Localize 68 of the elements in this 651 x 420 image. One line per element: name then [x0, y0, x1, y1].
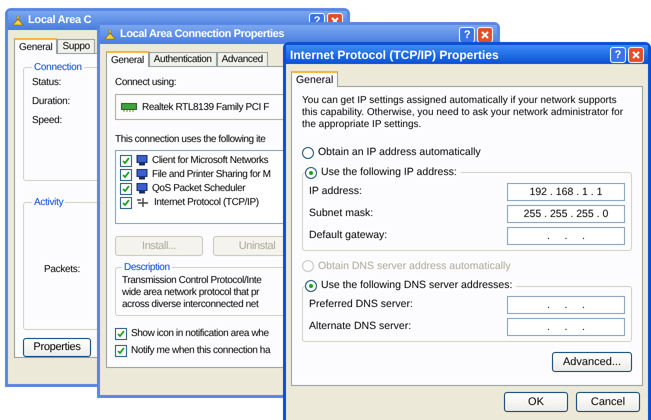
group-title: Connection: [33, 61, 83, 75]
ok-button[interactable]: OK: [504, 392, 568, 412]
field-label: Default gateway:: [309, 228, 388, 243]
radio-button[interactable]: [305, 166, 317, 179]
computer-icon: [136, 169, 148, 180]
tab[interactable]: Advanced: [216, 52, 268, 66]
field-label: IP address:: [309, 184, 362, 199]
ip-address-field[interactable]: . . .: [507, 226, 625, 244]
field-label: Duration:: [32, 95, 70, 109]
ip-address-field[interactable]: . . .: [507, 318, 625, 336]
radio-label: Obtain an IP address automatically: [318, 145, 481, 160]
ip-address-field[interactable]: 192 . 168 . 1 . 1: [507, 182, 625, 200]
radio-label: Obtain DNS server address automatically: [318, 258, 511, 274]
adapter-name: Realtek RTL8139 Family PCI F: [142, 100, 269, 114]
checkbox-label: Show icon in notification area whe: [131, 327, 269, 341]
network-card-icon: [121, 102, 137, 112]
radio-label: Use the following IP address:: [321, 164, 457, 180]
checkbox[interactable]: [120, 154, 132, 166]
help-button[interactable]: ?: [610, 46, 626, 62]
field-label: Subnet mask:: [309, 206, 374, 221]
field-label: This connection uses the following ite: [115, 133, 266, 147]
description-text: Transmission Control Protocol/Inte wide area network protocol that pr across diverse interconnected net: [122, 275, 262, 311]
group-title: Description: [123, 261, 171, 275]
group-title: Activity: [33, 196, 64, 210]
close-icon: [331, 16, 339, 24]
close-icon: [632, 50, 640, 58]
field-label: Preferred DNS server:: [309, 297, 413, 312]
intro-text: You can get IP settings assigned automatically if your network supports this capability. Otherwise, you need to ask your network administrator for the appropriate IP settings.: [302, 95, 624, 131]
advanced-button[interactable]: Advanced...: [552, 352, 632, 372]
check-icon: [117, 330, 125, 338]
window-title: Local Area Connection Properties: [120, 27, 284, 42]
field-label: Alternate DNS server:: [309, 319, 412, 334]
checkbox-label: Notify me when this connection ha: [131, 344, 270, 358]
field-label: Connect using:: [115, 76, 176, 90]
list-item[interactable]: Internet Protocol (TCP/IP): [154, 195, 259, 210]
checkbox[interactable]: [115, 344, 127, 356]
tab[interactable]: Suppo: [57, 39, 95, 53]
computer-icon: [136, 155, 148, 166]
window-title: Local Area C: [28, 13, 92, 28]
close-icon: [481, 30, 489, 38]
checkbox[interactable]: [115, 328, 127, 340]
radio-button[interactable]: [305, 280, 317, 292]
tab[interactable]: General: [291, 71, 338, 87]
cancel-button[interactable]: Cancel: [576, 392, 640, 412]
connector-icon: [136, 198, 150, 207]
check-icon: [117, 346, 125, 354]
ip-address-field[interactable]: . . .: [507, 296, 625, 314]
tab[interactable]: Authentication: [148, 52, 217, 66]
checkbox[interactable]: [120, 182, 132, 194]
checkbox[interactable]: [120, 196, 132, 208]
list-item[interactable]: Client for Microsoft Networks: [152, 153, 268, 168]
list-item[interactable]: QoS Packet Scheduler: [152, 181, 246, 196]
field-label: Packets:: [44, 262, 80, 277]
close-button[interactable]: [477, 26, 493, 42]
list-item[interactable]: File and Printer Sharing for M: [152, 167, 271, 182]
properties-button[interactable]: Properties: [23, 338, 91, 358]
field-label: Speed:: [32, 114, 62, 128]
checkbox[interactable]: [120, 168, 132, 180]
ip-address-field[interactable]: 255 . 255 . 255 . 0: [507, 204, 625, 222]
field-label: Status:: [32, 76, 62, 90]
close-button[interactable]: [628, 46, 644, 62]
help-button[interactable]: ?: [459, 26, 475, 42]
radio-label: Use the following DNS server addresses:: [321, 278, 512, 294]
tab[interactable]: General: [106, 51, 149, 67]
radio-button[interactable]: [302, 146, 314, 159]
computer-icon: [136, 183, 148, 194]
window-title: Internet Protocol (TCP/IP) Properties: [290, 46, 499, 64]
tab[interactable]: General: [14, 38, 58, 54]
